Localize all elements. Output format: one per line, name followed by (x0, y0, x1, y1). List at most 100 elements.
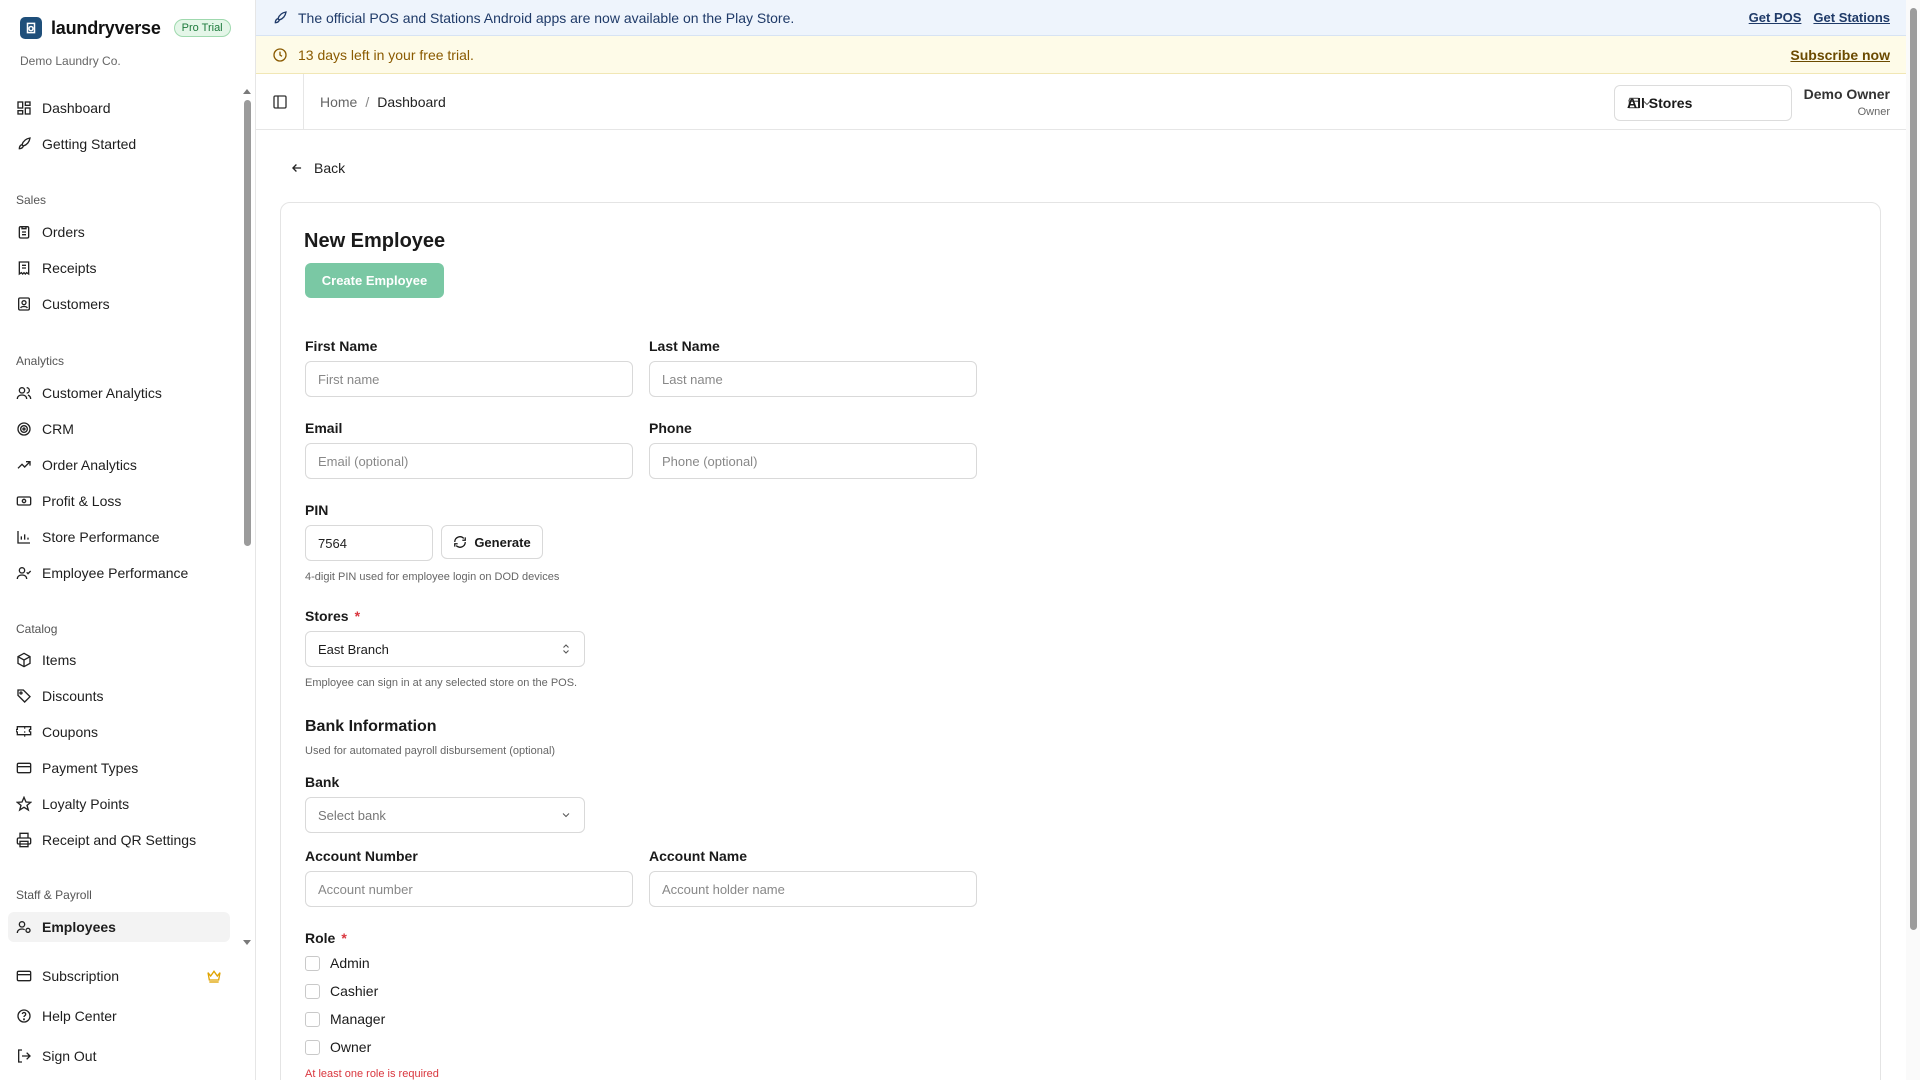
breadcrumb-home[interactable]: Home (320, 94, 357, 110)
user-check-icon (16, 567, 32, 580)
user-role: Owner (1857, 106, 1890, 118)
sidebar-item-label: Loyalty Points (42, 796, 130, 812)
sidebar-item-coupons[interactable]: Coupons (8, 717, 230, 747)
back-button[interactable]: Back (290, 160, 345, 176)
sidebar-item-loyalty-points[interactable]: Loyalty Points (8, 789, 230, 819)
info-banner: The official POS and Stations Android ap… (256, 0, 1906, 36)
role-option-manager[interactable]: Manager (305, 1011, 385, 1027)
sidebar-item-store-performance[interactable]: Store Performance (8, 522, 230, 552)
rocket-icon (274, 10, 287, 23)
role-cashier-checkbox[interactable] (305, 983, 320, 999)
get-stations-link[interactable]: Get Stations (1813, 10, 1890, 25)
store-selector-value: All Stores (1627, 95, 1693, 111)
last-name-label: Last Name (649, 338, 720, 354)
role-option-cashier[interactable]: Cashier (305, 983, 378, 999)
dashboard-icon (17, 101, 31, 115)
account-name-input[interactable] (649, 871, 977, 907)
role-option-label: Manager (330, 1011, 386, 1027)
stores-label: Stores * (305, 608, 361, 624)
user-profile[interactable]: Demo Owner Owner (1804, 86, 1890, 118)
last-name-input[interactable] (649, 361, 977, 397)
store-selector[interactable]: All Stores (1614, 85, 1792, 121)
chevrons-up-down-icon (563, 644, 569, 654)
first-name-input[interactable] (305, 361, 633, 397)
sidebar-item-label: Sign Out (42, 1048, 97, 1064)
role-option-label: Admin (330, 955, 370, 971)
get-pos-link[interactable]: Get POS (1749, 10, 1802, 25)
sidebar-item-employee-performance[interactable]: Employee Performance (8, 558, 230, 588)
sidebar-item-help-center[interactable]: Help Center (8, 1001, 230, 1031)
sidebar-item-label: Receipts (42, 260, 97, 276)
trial-banner-message: 13 days left in your free trial. (298, 46, 474, 63)
phone-input[interactable] (649, 443, 977, 479)
sidebar-item-label: Payment Types (42, 760, 139, 776)
sidebar-item-items[interactable]: Items (8, 645, 230, 675)
sidebar-item-payment-types[interactable]: Payment Types (8, 753, 230, 783)
role-manager-checkbox[interactable] (305, 1011, 320, 1027)
pin-hint: 4-digit PIN used for employee login on D… (305, 571, 560, 583)
sidebar-item-customer-analytics[interactable]: Customer Analytics (8, 378, 230, 408)
account-number-input[interactable] (305, 871, 633, 907)
sidebar-item-label: Items (42, 652, 77, 668)
page-scrollbar[interactable] (1906, 0, 1920, 1080)
bank-select[interactable]: Select bank (305, 797, 585, 833)
role-option-label: Owner (330, 1039, 372, 1055)
pin-input[interactable] (305, 525, 433, 561)
help-circle-icon (17, 1009, 31, 1023)
sidebar-scroll-up-arrow[interactable] (243, 89, 251, 94)
sidebar-item-label: Help Center (42, 1008, 117, 1024)
role-option-owner[interactable]: Owner (305, 1039, 371, 1055)
sidebar-item-subscription[interactable]: Subscription (8, 961, 230, 991)
sidebar-item-profit-loss[interactable]: Profit & Loss (8, 486, 230, 516)
clock-icon (273, 47, 287, 62)
sidebar-item-receipt-qr-settings[interactable]: Receipt and QR Settings (8, 825, 230, 855)
bank-info-subtitle: Used for automated payroll disbursement … (305, 745, 556, 757)
sidebar-item-label: Dashboard (42, 100, 111, 116)
user-name: Demo Owner (1803, 86, 1890, 102)
target-icon (17, 422, 31, 436)
page-scrollbar-thumb[interactable] (1910, 8, 1917, 930)
users-icon (16, 387, 32, 400)
sidebar-item-customers[interactable]: Customers (8, 289, 230, 319)
role-admin-checkbox[interactable] (305, 955, 320, 971)
arrow-left-icon (292, 164, 302, 172)
sidebar-item-sign-out[interactable]: Sign Out (8, 1041, 230, 1071)
create-employee-button[interactable]: Create Employee (305, 263, 444, 298)
generate-pin-button[interactable]: Generate (441, 525, 543, 559)
account-number-label: Account Number (305, 848, 418, 864)
role-owner-checkbox[interactable] (305, 1039, 320, 1055)
sidebar-item-orders[interactable]: Orders (8, 217, 230, 247)
first-name-label: First Name (305, 338, 378, 354)
brand-logo-icon (20, 17, 42, 39)
credit-card-icon (16, 762, 32, 774)
role-error-message: At least one role is required (305, 1068, 439, 1080)
sidebar-item-dashboard[interactable]: Dashboard (8, 93, 230, 123)
sidebar-item-employees[interactable]: Employees (8, 912, 230, 942)
printer-icon (16, 832, 32, 848)
sidebar-scroll-down-arrow[interactable] (243, 940, 251, 945)
banknote-icon (16, 496, 32, 506)
stores-select[interactable]: East Branch (305, 631, 585, 667)
top-bar: Home / Dashboard All Stores Demo Owner O… (256, 73, 1906, 130)
sidebar-item-order-analytics[interactable]: Order Analytics (8, 450, 230, 480)
sidebar-scrollbar[interactable] (244, 100, 251, 546)
sidebar-item-label: Order Analytics (42, 457, 137, 473)
sidebar-item-getting-started[interactable]: Getting Started (8, 129, 230, 159)
sidebar-item-receipts[interactable]: Receipts (8, 253, 230, 283)
star-icon (16, 796, 32, 812)
sidebar-item-discounts[interactable]: Discounts (8, 681, 230, 711)
sidebar-item-label: Profit & Loss (42, 493, 122, 509)
subscribe-now-link[interactable]: Subscribe now (1790, 47, 1906, 63)
chevron-down-icon (562, 813, 570, 818)
sidebar-toggle-button[interactable] (256, 73, 304, 130)
sidebar-item-label: CRM (42, 421, 74, 437)
brand[interactable]: laundryverse Pro Trial (20, 17, 231, 39)
section-title-sales: Sales (16, 193, 47, 207)
email-input[interactable] (305, 443, 633, 479)
card-icon (16, 970, 32, 982)
role-option-admin[interactable]: Admin (305, 955, 370, 971)
sidebar-item-crm[interactable]: CRM (8, 414, 230, 444)
account-name-label: Account Name (649, 848, 748, 864)
sidebar: laundryverse Pro Trial Demo Laundry Co. … (0, 0, 256, 1080)
sidebar-nav: Dashboard Getting Started Sales Orders R… (0, 88, 246, 948)
